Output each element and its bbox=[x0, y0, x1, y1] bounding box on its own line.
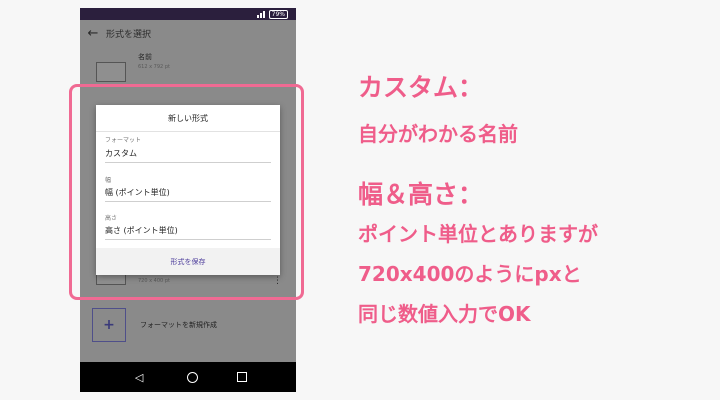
add-format-row[interactable]: + フォーマットを新規作成 bbox=[80, 308, 296, 348]
annotation-custom-description: 自分がわかる名前 bbox=[358, 122, 518, 146]
nav-home-icon[interactable] bbox=[187, 371, 199, 383]
format-size: 612 x 792 pt bbox=[138, 64, 170, 70]
annotation-heading-custom: カスタム： bbox=[358, 73, 484, 102]
annotation-size-line-3: 同じ数値入力でOK bbox=[358, 302, 531, 326]
canvas: 79% ← 形式を選択 名前 612 x 792 pt 720 x 400 pt… bbox=[0, 0, 720, 400]
format-name: 名前 bbox=[138, 53, 152, 61]
back-arrow-icon[interactable]: ← bbox=[80, 20, 106, 46]
add-format-label: フォーマットを新規作成 bbox=[140, 321, 217, 329]
format-thumbnail bbox=[96, 62, 126, 82]
signal-icon bbox=[256, 10, 265, 18]
nav-back-icon[interactable]: ◁ bbox=[129, 371, 149, 384]
navigation-bar: ◁ bbox=[80, 362, 296, 392]
annotation-size-line-1: ポイント単位とありますが bbox=[358, 222, 598, 246]
battery-indicator: 79% bbox=[268, 9, 288, 19]
status-bar: 79% bbox=[80, 8, 296, 20]
add-format-button[interactable]: + bbox=[92, 308, 126, 342]
app-bar: ← 形式を選択 bbox=[80, 20, 296, 46]
status-icons: 79% bbox=[256, 9, 288, 19]
page-title: 形式を選択 bbox=[106, 29, 152, 40]
nav-recent-apps-icon[interactable] bbox=[236, 372, 247, 382]
highlight-frame bbox=[69, 84, 304, 300]
annotation-size-line-2: 720x400のようにpxと bbox=[358, 262, 582, 286]
annotation-heading-size: 幅＆高さ： bbox=[358, 180, 484, 209]
